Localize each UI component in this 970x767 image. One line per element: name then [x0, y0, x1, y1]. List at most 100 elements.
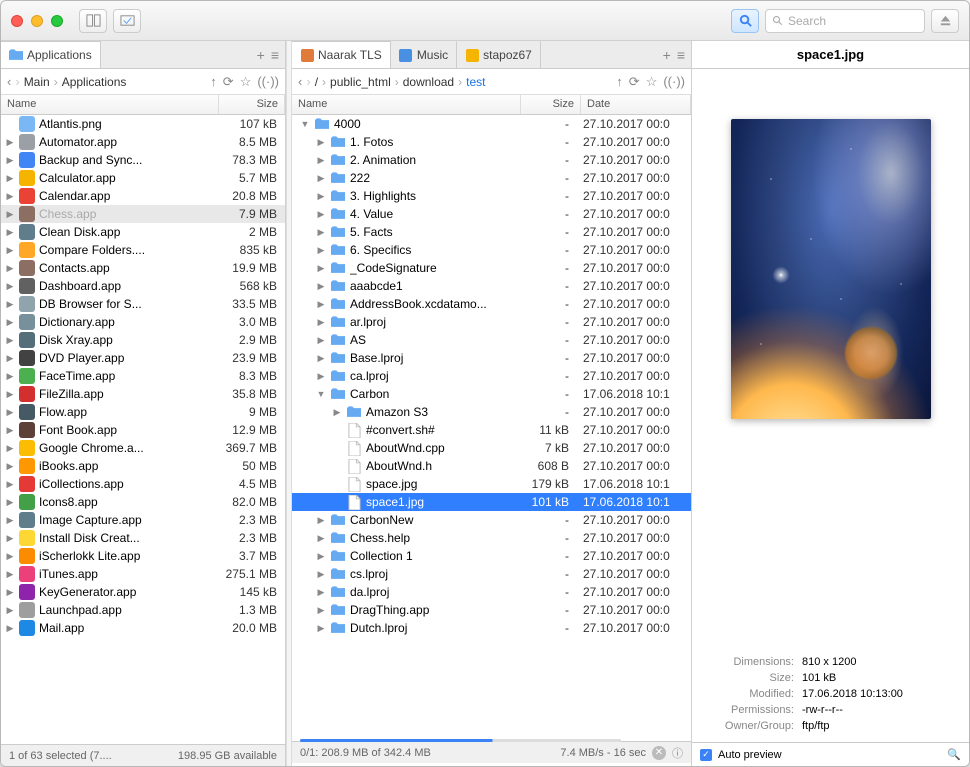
list-item[interactable]: AboutWnd.h608 B27.10.2017 00:0 — [292, 457, 691, 475]
search-input[interactable]: Search — [765, 9, 925, 33]
list-item[interactable]: ▶aaabcde1-27.10.2017 00:0 — [292, 277, 691, 295]
list-item[interactable]: ▶Image Capture.app2.3 MB — [1, 511, 285, 529]
disclosure-icon[interactable]: ▶ — [5, 389, 15, 400]
list-item[interactable]: ▶DragThing.app-27.10.2017 00:0 — [292, 601, 691, 619]
airdrop-icon[interactable]: ((·)) — [257, 74, 279, 90]
disclosure-icon[interactable]: ▶ — [5, 533, 15, 544]
list-item[interactable]: Atlantis.png107 kB — [1, 115, 285, 133]
list-item[interactable]: ▶Dictionary.app3.0 MB — [1, 313, 285, 331]
up-icon[interactable]: ↑ — [210, 74, 217, 90]
tab-stapoz67[interactable]: stapoz67 — [457, 41, 541, 68]
list-item[interactable]: ▶Calendar.app20.8 MB — [1, 187, 285, 205]
col-size[interactable]: Size — [521, 95, 581, 114]
col-name[interactable]: Name — [292, 95, 521, 114]
list-item[interactable]: space.jpg179 kB17.06.2018 10:1 — [292, 475, 691, 493]
list-item[interactable]: ▶Flow.app9 MB — [1, 403, 285, 421]
disclosure-icon[interactable]: ▶ — [5, 245, 15, 256]
forward-button[interactable]: › — [306, 74, 310, 89]
back-button[interactable]: ‹ — [298, 74, 302, 89]
list-item[interactable]: ▶3. Highlights-27.10.2017 00:0 — [292, 187, 691, 205]
airdrop-icon[interactable]: ((·)) — [663, 74, 685, 90]
list-item[interactable]: ▶222-27.10.2017 00:0 — [292, 169, 691, 187]
breadcrumb[interactable]: / — [315, 75, 318, 89]
disclosure-icon[interactable]: ▶ — [5, 407, 15, 418]
list-item[interactable]: ▶4. Value-27.10.2017 00:0 — [292, 205, 691, 223]
mid-file-list[interactable]: ▼4000-27.10.2017 00:0▶1. Fotos-27.10.201… — [292, 115, 691, 741]
info-icon[interactable]: ⓘ — [672, 745, 683, 761]
disclosure-icon[interactable]: ▼ — [316, 389, 326, 399]
list-item[interactable]: ▶Base.lproj-27.10.2017 00:0 — [292, 349, 691, 367]
forward-button[interactable]: › — [15, 74, 19, 89]
list-item[interactable]: #convert.sh#11 kB27.10.2017 00:0 — [292, 421, 691, 439]
disclosure-icon[interactable]: ▶ — [5, 281, 15, 292]
list-item[interactable]: ▶Icons8.app82.0 MB — [1, 493, 285, 511]
list-item[interactable]: ▶DVD Player.app23.9 MB — [1, 349, 285, 367]
list-item[interactable]: ▶Mail.app20.0 MB — [1, 619, 285, 637]
disclosure-icon[interactable]: ▶ — [316, 587, 326, 598]
disclosure-icon[interactable]: ▶ — [316, 335, 326, 346]
disclosure-icon[interactable]: ▶ — [316, 371, 326, 382]
list-item[interactable]: ▶iCollections.app4.5 MB — [1, 475, 285, 493]
list-item[interactable]: space1.jpg101 kB17.06.2018 10:1 — [292, 493, 691, 511]
list-item[interactable]: ▶Dashboard.app568 kB — [1, 277, 285, 295]
favorite-icon[interactable]: ☆ — [646, 74, 658, 90]
disclosure-icon[interactable]: ▶ — [316, 569, 326, 580]
disclosure-icon[interactable]: ▶ — [316, 623, 326, 634]
close-icon[interactable] — [11, 15, 23, 27]
disclosure-icon[interactable]: ▶ — [5, 623, 15, 634]
list-item[interactable]: ▶AS-27.10.2017 00:0 — [292, 331, 691, 349]
breadcrumb[interactable]: download — [403, 75, 454, 89]
list-item[interactable]: ▶2. Animation-27.10.2017 00:0 — [292, 151, 691, 169]
list-item[interactable]: ▶DB Browser for S...33.5 MB — [1, 295, 285, 313]
list-item[interactable]: ▼Carbon-17.06.2018 10:1 — [292, 385, 691, 403]
disclosure-icon[interactable]: ▶ — [5, 353, 15, 364]
eject-button[interactable] — [931, 9, 959, 33]
add-tab-button[interactable]: + — [663, 47, 671, 63]
disclosure-icon[interactable]: ▶ — [5, 227, 15, 238]
disclosure-icon[interactable]: ▶ — [5, 209, 15, 220]
favorite-icon[interactable]: ☆ — [240, 74, 252, 90]
disclosure-icon[interactable]: ▶ — [5, 587, 15, 598]
disclosure-icon[interactable]: ▶ — [316, 353, 326, 364]
auto-preview-checkbox[interactable]: ✓ — [700, 749, 712, 761]
list-item[interactable]: ▶Launchpad.app1.3 MB — [1, 601, 285, 619]
zoom-icon[interactable] — [51, 15, 63, 27]
preview-pane-button[interactable] — [113, 9, 141, 33]
disclosure-icon[interactable]: ▶ — [5, 425, 15, 436]
list-item[interactable]: ▶iScherlokk Lite.app3.7 MB — [1, 547, 285, 565]
tab-applications[interactable]: Applications — [1, 41, 101, 68]
disclosure-icon[interactable]: ▶ — [316, 137, 326, 148]
list-item[interactable]: ▶Compare Folders....835 kB — [1, 241, 285, 259]
disclosure-icon[interactable]: ▶ — [332, 407, 342, 418]
breadcrumb[interactable]: Applications — [62, 75, 127, 89]
tab-menu-button[interactable]: ≡ — [271, 47, 279, 63]
list-item[interactable]: ▶Font Book.app12.9 MB — [1, 421, 285, 439]
breadcrumb[interactable]: public_html — [330, 75, 391, 89]
cancel-transfer-button[interactable]: ✕ — [652, 746, 666, 760]
disclosure-icon[interactable]: ▶ — [316, 191, 326, 202]
tab-menu-button[interactable]: ≡ — [677, 47, 685, 63]
left-file-list[interactable]: Atlantis.png107 kB▶Automator.app8.5 MB▶B… — [1, 115, 285, 744]
disclosure-icon[interactable]: ▶ — [316, 281, 326, 292]
up-icon[interactable]: ↑ — [616, 74, 623, 90]
disclosure-icon[interactable]: ▶ — [5, 461, 15, 472]
list-item[interactable]: ▶Clean Disk.app2 MB — [1, 223, 285, 241]
disclosure-icon[interactable]: ▶ — [316, 533, 326, 544]
disclosure-icon[interactable]: ▶ — [5, 173, 15, 184]
disclosure-icon[interactable]: ▶ — [316, 317, 326, 328]
list-item[interactable]: ▶Google Chrome.a...369.7 MB — [1, 439, 285, 457]
list-item[interactable]: ▶1. Fotos-27.10.2017 00:0 — [292, 133, 691, 151]
list-item[interactable]: AboutWnd.cpp7 kB27.10.2017 00:0 — [292, 439, 691, 457]
list-item[interactable]: ▶Amazon S3-27.10.2017 00:0 — [292, 403, 691, 421]
list-item[interactable]: ▶Calculator.app5.7 MB — [1, 169, 285, 187]
disclosure-icon[interactable]: ▶ — [5, 569, 15, 580]
breadcrumb[interactable]: Main — [24, 75, 50, 89]
list-item[interactable]: ▶iTunes.app275.1 MB — [1, 565, 285, 583]
col-size[interactable]: Size — [219, 95, 285, 114]
disclosure-icon[interactable]: ▶ — [316, 209, 326, 220]
list-item[interactable]: ▶Chess.app7.9 MB — [1, 205, 285, 223]
col-name[interactable]: Name — [1, 95, 219, 114]
list-item[interactable]: ▶Dutch.lproj-27.10.2017 00:0 — [292, 619, 691, 637]
disclosure-icon[interactable]: ▼ — [300, 119, 310, 129]
list-item[interactable]: ▶6. Specifics-27.10.2017 00:0 — [292, 241, 691, 259]
